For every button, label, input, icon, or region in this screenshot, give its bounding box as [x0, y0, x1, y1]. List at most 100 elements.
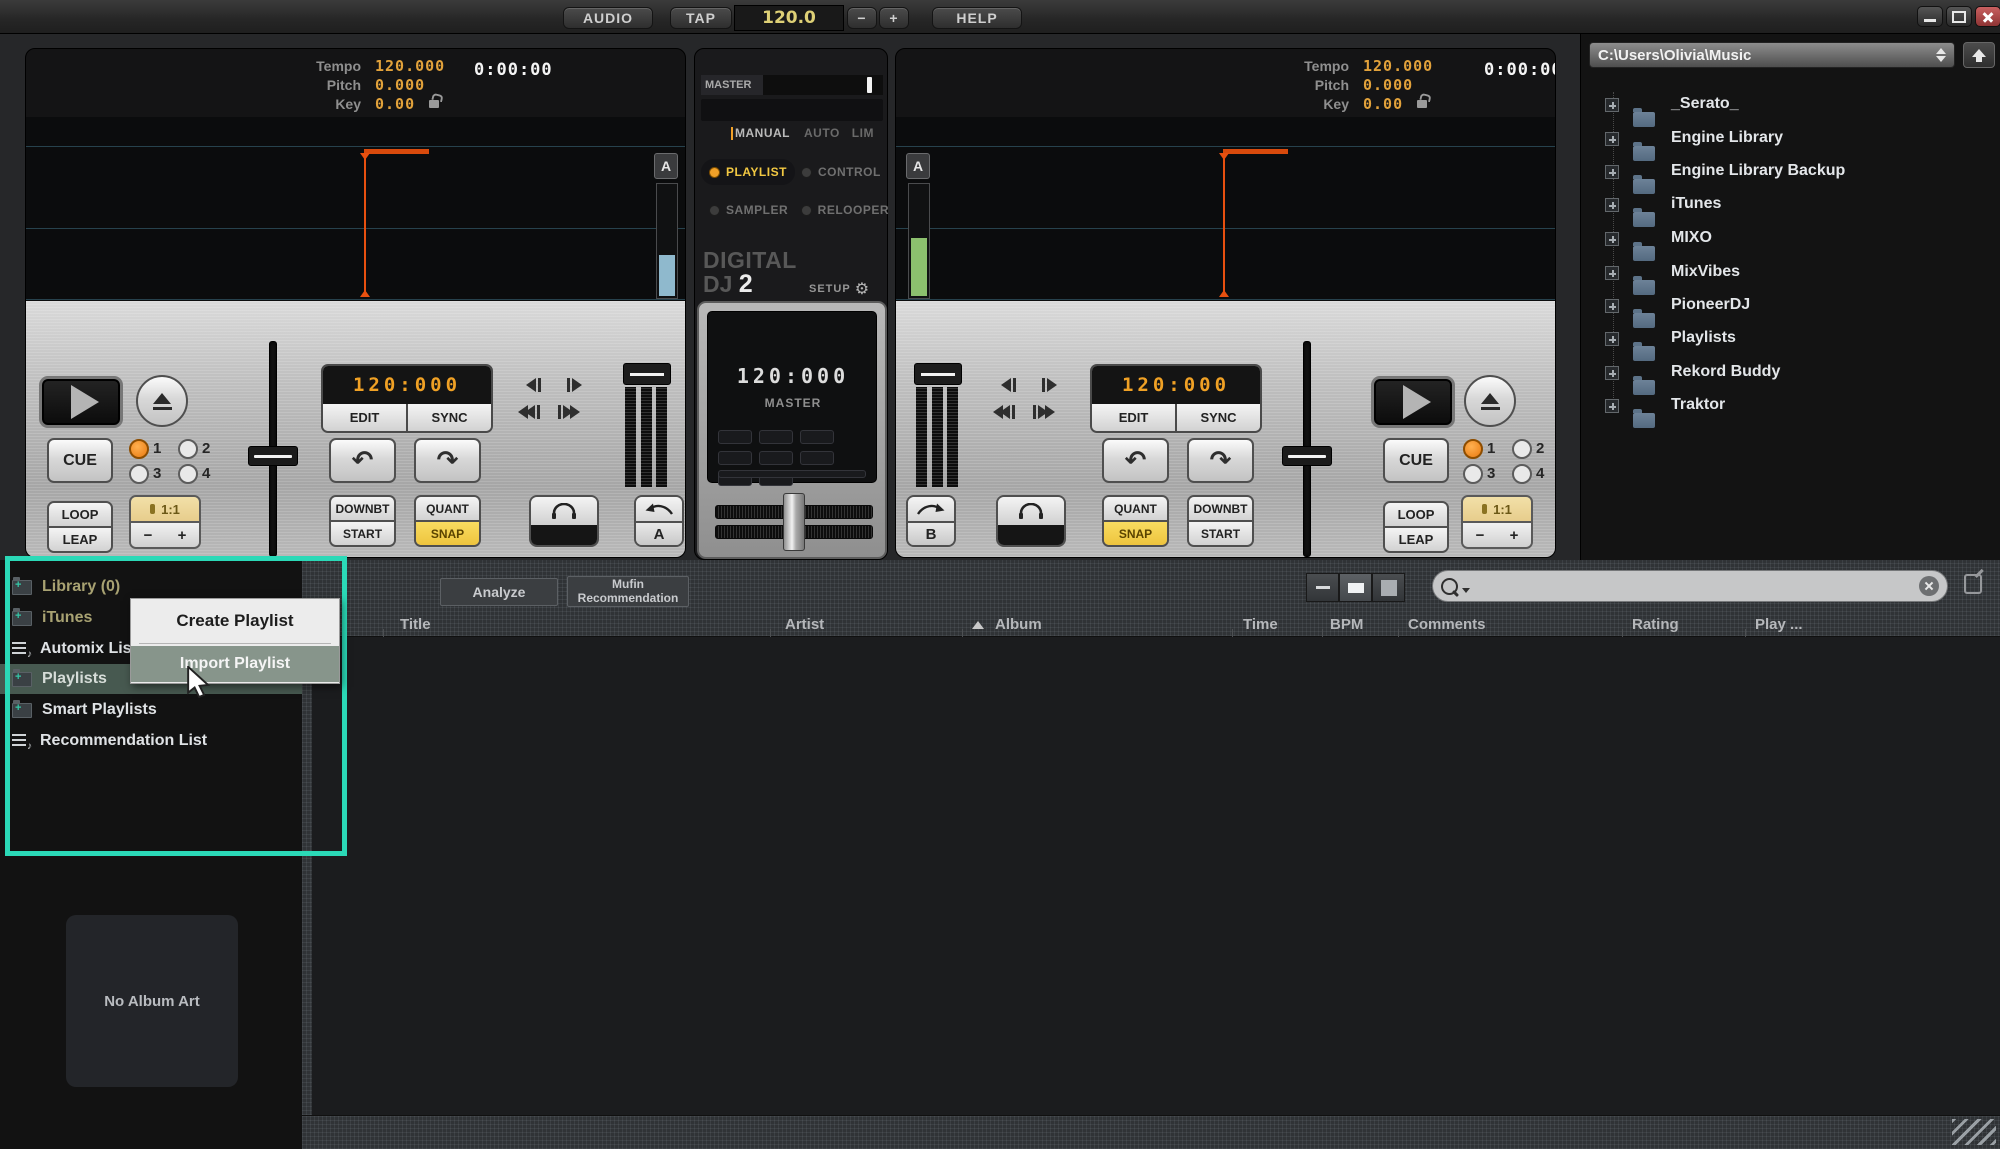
nudge-forward-icon[interactable]	[567, 374, 582, 396]
start-button[interactable]: START	[1189, 520, 1252, 545]
downbeat-button[interactable]: DOWNBT	[331, 497, 394, 520]
minimize-icon[interactable]	[1917, 6, 1943, 27]
mode-auto[interactable]: AUTO	[804, 126, 840, 140]
undo-button[interactable]: ↶	[329, 438, 396, 483]
mode-manual[interactable]: MANUAL	[735, 126, 790, 140]
help-button[interactable]: HELP	[932, 7, 1022, 29]
master-volume-handle[interactable]	[867, 77, 872, 93]
row-size-large-button[interactable]	[1372, 573, 1405, 602]
sync-button[interactable]: SYNC	[406, 404, 491, 431]
tab-sampler[interactable]: SAMPLER	[709, 201, 795, 219]
loop-minus-button[interactable]: −	[144, 527, 153, 544]
folder-up-button[interactable]	[1963, 42, 1995, 68]
external-window-icon[interactable]	[1964, 574, 1982, 594]
folder-row[interactable]: Playlists	[1581, 326, 2000, 352]
path-selector[interactable]: C:\Users\Olivia\Music	[1589, 42, 1955, 68]
undo-button[interactable]: ↶	[1102, 438, 1169, 483]
column-album[interactable]: Album	[995, 616, 1042, 633]
loop-plus-button[interactable]: +	[178, 527, 187, 544]
folder-row[interactable]: PioneerDJ	[1581, 293, 2000, 319]
expand-plus-icon[interactable]	[1605, 332, 1619, 346]
eject-button[interactable]	[136, 375, 188, 427]
deck-a-waveform[interactable]: A	[26, 117, 686, 301]
deck-b-assign-button[interactable]: B	[906, 495, 956, 547]
column-comments[interactable]: Comments	[1408, 616, 1486, 633]
cue-button[interactable]: CUE	[47, 438, 113, 483]
eject-button[interactable]	[1464, 375, 1516, 427]
expand-plus-icon[interactable]	[1605, 98, 1619, 112]
bpm-minus-button[interactable]: −	[847, 7, 877, 29]
deck-a-assign-button[interactable]: A	[634, 495, 684, 547]
volume-fader-handle[interactable]	[1282, 446, 1332, 466]
seek-back-icon[interactable]	[518, 401, 540, 423]
expand-plus-icon[interactable]	[1605, 232, 1619, 246]
redo-button[interactable]: ↷	[414, 438, 481, 483]
row-size-small-button[interactable]	[1306, 573, 1339, 602]
edit-button[interactable]: EDIT	[323, 404, 406, 431]
column-time[interactable]: Time	[1243, 616, 1278, 633]
pitch-slider[interactable]	[914, 363, 960, 488]
sidebar-item-recommendation-list[interactable]: Recommendation List	[0, 726, 302, 756]
search-filter-dropdown-icon[interactable]	[1462, 588, 1470, 593]
snap-button[interactable]: SNAP	[1104, 520, 1167, 545]
hotcue-2[interactable]: 2	[1512, 438, 1556, 459]
expand-plus-icon[interactable]	[1605, 132, 1619, 146]
loop-minus-button[interactable]: −	[1476, 527, 1485, 544]
expand-plus-icon[interactable]	[1605, 399, 1619, 413]
folder-row[interactable]: Traktor	[1581, 393, 2000, 419]
key-unlock-icon[interactable]	[1417, 100, 1427, 108]
nudge-forward-icon[interactable]	[1042, 374, 1057, 396]
cue-button[interactable]: CUE	[1383, 438, 1449, 483]
expand-plus-icon[interactable]	[1605, 266, 1619, 280]
headphone-cue-button[interactable]	[996, 495, 1066, 547]
sync-button[interactable]: SYNC	[1175, 404, 1260, 431]
hotcue-3[interactable]: 3	[1463, 463, 1508, 484]
search-icon[interactable]	[1441, 578, 1458, 595]
expand-plus-icon[interactable]	[1605, 198, 1619, 212]
snap-button[interactable]: SNAP	[416, 520, 479, 545]
sidebar-divider[interactable]	[302, 637, 312, 1115]
hotcue-4[interactable]: 4	[178, 463, 223, 484]
key-unlock-icon[interactable]	[429, 100, 439, 108]
pitch-slider-handle[interactable]	[623, 363, 671, 385]
column-play-count[interactable]: Play ...	[1755, 616, 1803, 633]
start-button[interactable]: START	[331, 520, 394, 545]
folder-row[interactable]: Engine Library Backup	[1581, 159, 2000, 185]
folder-row[interactable]: _Serato_	[1581, 92, 2000, 118]
seek-forward-icon[interactable]	[1033, 401, 1055, 423]
loop-button[interactable]: LOOP	[1385, 503, 1447, 526]
quant-button[interactable]: QUANT	[416, 497, 479, 520]
hotcue-1[interactable]: 1	[1463, 438, 1508, 459]
deck-b-waveform[interactable]: A	[896, 117, 1556, 301]
folder-row[interactable]: Engine Library	[1581, 126, 2000, 152]
close-icon[interactable]	[1975, 6, 2000, 27]
mode-lim[interactable]: LIM	[852, 126, 874, 140]
column-rating[interactable]: Rating	[1632, 616, 1679, 633]
mufin-recommendation-button[interactable]: MufinRecommendation	[567, 576, 689, 607]
play-button[interactable]	[39, 376, 123, 428]
tab-playlist[interactable]: PLAYLIST	[701, 159, 795, 185]
seek-forward-icon[interactable]	[558, 401, 580, 423]
folder-row[interactable]: Rekord Buddy	[1581, 360, 2000, 386]
bpm-plus-button[interactable]: +	[879, 7, 909, 29]
nudge-back-icon[interactable]	[1001, 374, 1016, 396]
row-size-medium-button[interactable]	[1339, 573, 1372, 602]
edit-button[interactable]: EDIT	[1092, 404, 1175, 431]
leap-button[interactable]: LEAP	[1385, 526, 1447, 551]
folder-row[interactable]: MixVibes	[1581, 260, 2000, 286]
volume-fader-handle[interactable]	[248, 446, 298, 466]
seek-back-icon[interactable]	[993, 401, 1015, 423]
folder-row[interactable]: MIXO	[1581, 226, 2000, 252]
analyze-button[interactable]: Analyze	[440, 578, 558, 606]
loop-button[interactable]: LOOP	[49, 503, 111, 526]
setup-button[interactable]: SETUP⚙	[809, 279, 869, 299]
sidebar-item-smart-playlists[interactable]: Smart Playlists	[0, 695, 302, 725]
audio-button[interactable]: AUDIO	[563, 7, 653, 29]
redo-button[interactable]: ↷	[1187, 438, 1254, 483]
loop-plus-button[interactable]: +	[1510, 527, 1519, 544]
menu-item-create-playlist[interactable]: Create Playlist	[131, 599, 339, 643]
hotcue-2[interactable]: 2	[178, 438, 223, 459]
headphone-cue-button[interactable]	[529, 495, 599, 547]
hotcue-3[interactable]: 3	[129, 463, 174, 484]
path-spinner-icon[interactable]	[1936, 48, 1946, 62]
